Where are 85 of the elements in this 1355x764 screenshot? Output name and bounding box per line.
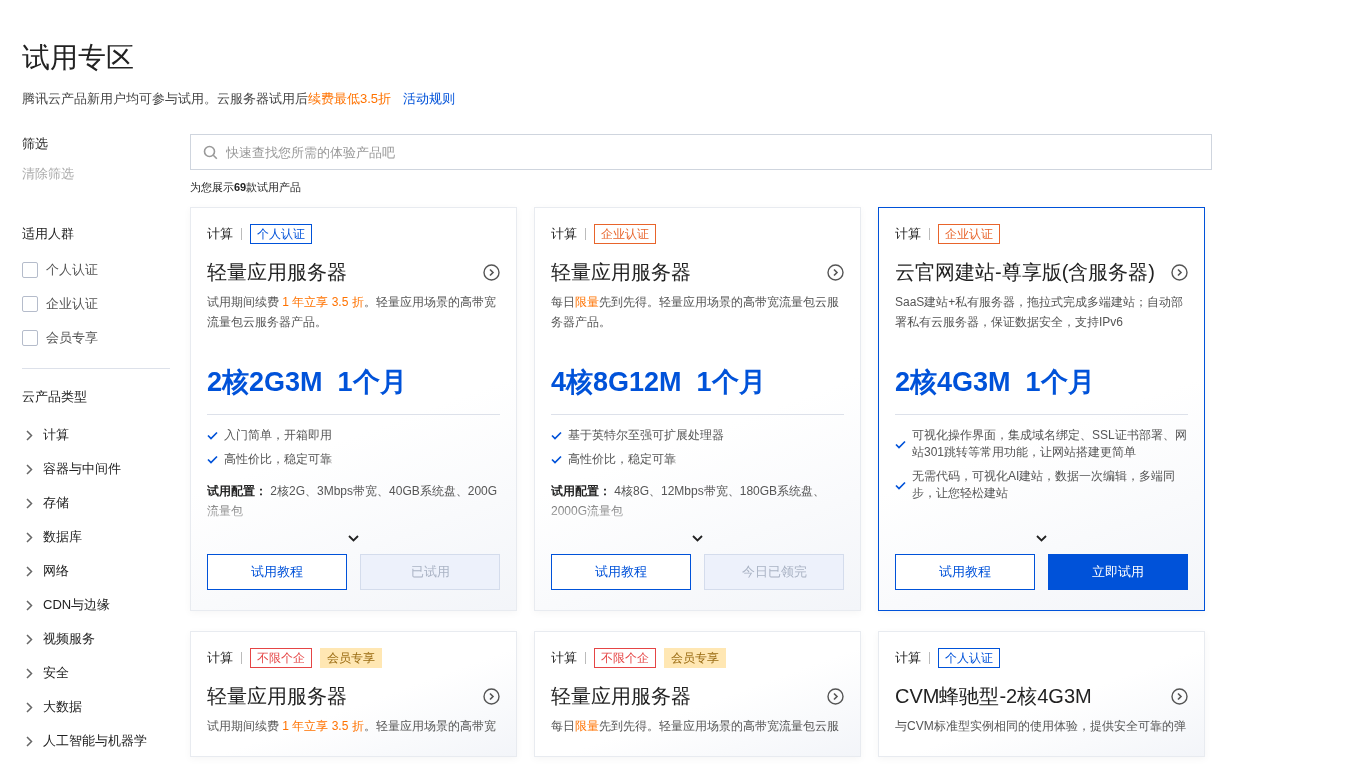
category-heading: 云产品类型: [22, 388, 88, 406]
chevron-down-icon[interactable]: [692, 535, 703, 542]
category-label: 计算: [895, 225, 921, 243]
checkbox-label[interactable]: 会员专享: [46, 328, 98, 348]
checkbox-label[interactable]: 个人认证: [46, 260, 98, 280]
tag: 企业认证: [938, 224, 1000, 244]
category-label: 计算: [895, 649, 921, 667]
tag: 企业认证: [594, 224, 656, 244]
spec-headline: 2核4G3M 1个月: [895, 366, 1096, 399]
category-item[interactable]: 容器与中间件: [43, 459, 121, 479]
spec-headline: 2核2G3M 1个月: [207, 366, 408, 399]
category-item[interactable]: CDN与边缘: [43, 595, 111, 615]
audience-heading: 适用人群: [22, 225, 75, 243]
check-icon: [551, 455, 562, 464]
chevron-right-icon[interactable]: [26, 599, 33, 611]
feature-text: 可视化操作界面，集成域名绑定、SSL证书部署、网站301跳转等常用功能，让网站搭建更简单: [912, 427, 1188, 461]
action-button[interactable]: 试用教程: [207, 554, 347, 590]
feature-text: 无需代码，可视化AI建站，数据一次编辑，多端同步，让您轻松建站: [912, 468, 1177, 502]
category-item[interactable]: 大数据: [43, 697, 82, 717]
chevron-right-icon[interactable]: [26, 565, 33, 577]
check-icon: [895, 439, 906, 449]
spec-headline: 4核8G12M 1个月: [551, 366, 767, 399]
chevron-right-icon[interactable]: [26, 735, 33, 747]
category-item[interactable]: 存储: [43, 493, 69, 513]
config-text: 试用配置： 2核2G、3Mbps带宽、40GB系统盘、200G流量包: [207, 483, 499, 520]
category-label: 计算: [207, 649, 233, 667]
product-description: 每日限量先到先得。轻量应用场景的高带宽流量包云服务器产品。: [551, 294, 840, 331]
intro-text: 腾讯云产品新用户均可参与试用。云服务器试用后续费最低3.5折: [22, 90, 392, 108]
category-item[interactable]: 人工智能与机器学: [43, 731, 147, 751]
product-title: 轻量应用服务器: [551, 684, 691, 709]
action-button[interactable]: 试用教程: [551, 554, 691, 590]
feature-text: 入门简单，开箱即用: [224, 427, 332, 444]
product-title: 轻量应用服务器: [207, 260, 347, 285]
tag: 个人认证: [938, 648, 1000, 668]
checkbox[interactable]: [22, 330, 38, 346]
result-count: 为您展示69款试用产品: [190, 180, 303, 195]
check-icon: [207, 455, 218, 464]
check-icon: [895, 480, 906, 490]
chevron-right-icon[interactable]: [26, 633, 33, 645]
rules-link[interactable]: 活动规则: [403, 90, 456, 108]
product-description: 每日限量先到先得。轻量应用场景的高带宽流量包云服: [551, 718, 840, 735]
tag: 会员专享: [320, 648, 382, 668]
tag: 个人认证: [250, 224, 312, 244]
category-label: 计算: [551, 649, 577, 667]
feature-text: 高性价比，稳定可靠: [224, 451, 332, 468]
tag: 会员专享: [664, 648, 726, 668]
search-icon: [203, 145, 218, 160]
checkbox[interactable]: [22, 262, 38, 278]
category-label: 计算: [207, 225, 233, 243]
product-title: CVM蜂驰型-2核4G3M: [895, 684, 1092, 709]
product-description: 试用期间续费 1 年立享 3.5 折。轻量应用场景的高带宽流量包云服务器产品。: [207, 294, 497, 331]
chevron-down-icon[interactable]: [1036, 535, 1047, 542]
feature-text: 基于英特尔至强可扩展处理器: [568, 427, 724, 444]
chevron-right-icon[interactable]: [26, 701, 33, 713]
product-description: 与CVM标准型实例相同的使用体验，提供安全可靠的弹: [895, 718, 1187, 735]
page-title: 试用专区: [22, 41, 135, 75]
chevron-down-icon[interactable]: [348, 535, 359, 542]
feature-text: 高性价比，稳定可靠: [568, 451, 676, 468]
category-item[interactable]: 数据库: [43, 527, 82, 547]
checkbox[interactable]: [22, 296, 38, 312]
category-label: 计算: [551, 225, 577, 243]
checkbox-label[interactable]: 企业认证: [46, 294, 98, 314]
chevron-right-icon[interactable]: [26, 531, 33, 543]
chevron-right-icon[interactable]: [26, 497, 33, 509]
category-item[interactable]: 网络: [43, 561, 69, 581]
product-description: 试用期间续费 1 年立享 3.5 折。轻量应用场景的高带宽: [207, 718, 497, 735]
action-button[interactable]: 立即试用: [1048, 554, 1188, 590]
product-title: 轻量应用服务器: [551, 260, 691, 285]
tag: 不限个企: [594, 648, 656, 668]
chevron-right-icon[interactable]: [26, 463, 33, 475]
product-title: 云官网建站-尊享版(含服务器): [895, 260, 1155, 285]
category-item[interactable]: 计算: [43, 425, 69, 445]
search-field[interactable]: 快速查找您所需的体验产品吧: [190, 134, 1212, 170]
filter-heading: 筛选: [22, 135, 49, 153]
action-button[interactable]: 试用教程: [895, 554, 1035, 590]
config-text: 试用配置： 4核8G、12Mbps带宽、180GB系统盘、2000G流量包: [551, 483, 827, 520]
tag: 不限个企: [250, 648, 312, 668]
product-description: SaaS建站+私有服务器，拖拉式完成多端建站；自动部署私有云服务器，保证数据安全，支持IPv6: [895, 294, 1185, 331]
chevron-right-icon[interactable]: [26, 667, 33, 679]
category-item[interactable]: 安全: [43, 663, 69, 683]
category-item[interactable]: 视频服务: [43, 629, 95, 649]
check-icon: [207, 431, 218, 440]
chevron-right-icon[interactable]: [26, 429, 33, 441]
product-title: 轻量应用服务器: [207, 684, 347, 709]
check-icon: [551, 431, 562, 440]
